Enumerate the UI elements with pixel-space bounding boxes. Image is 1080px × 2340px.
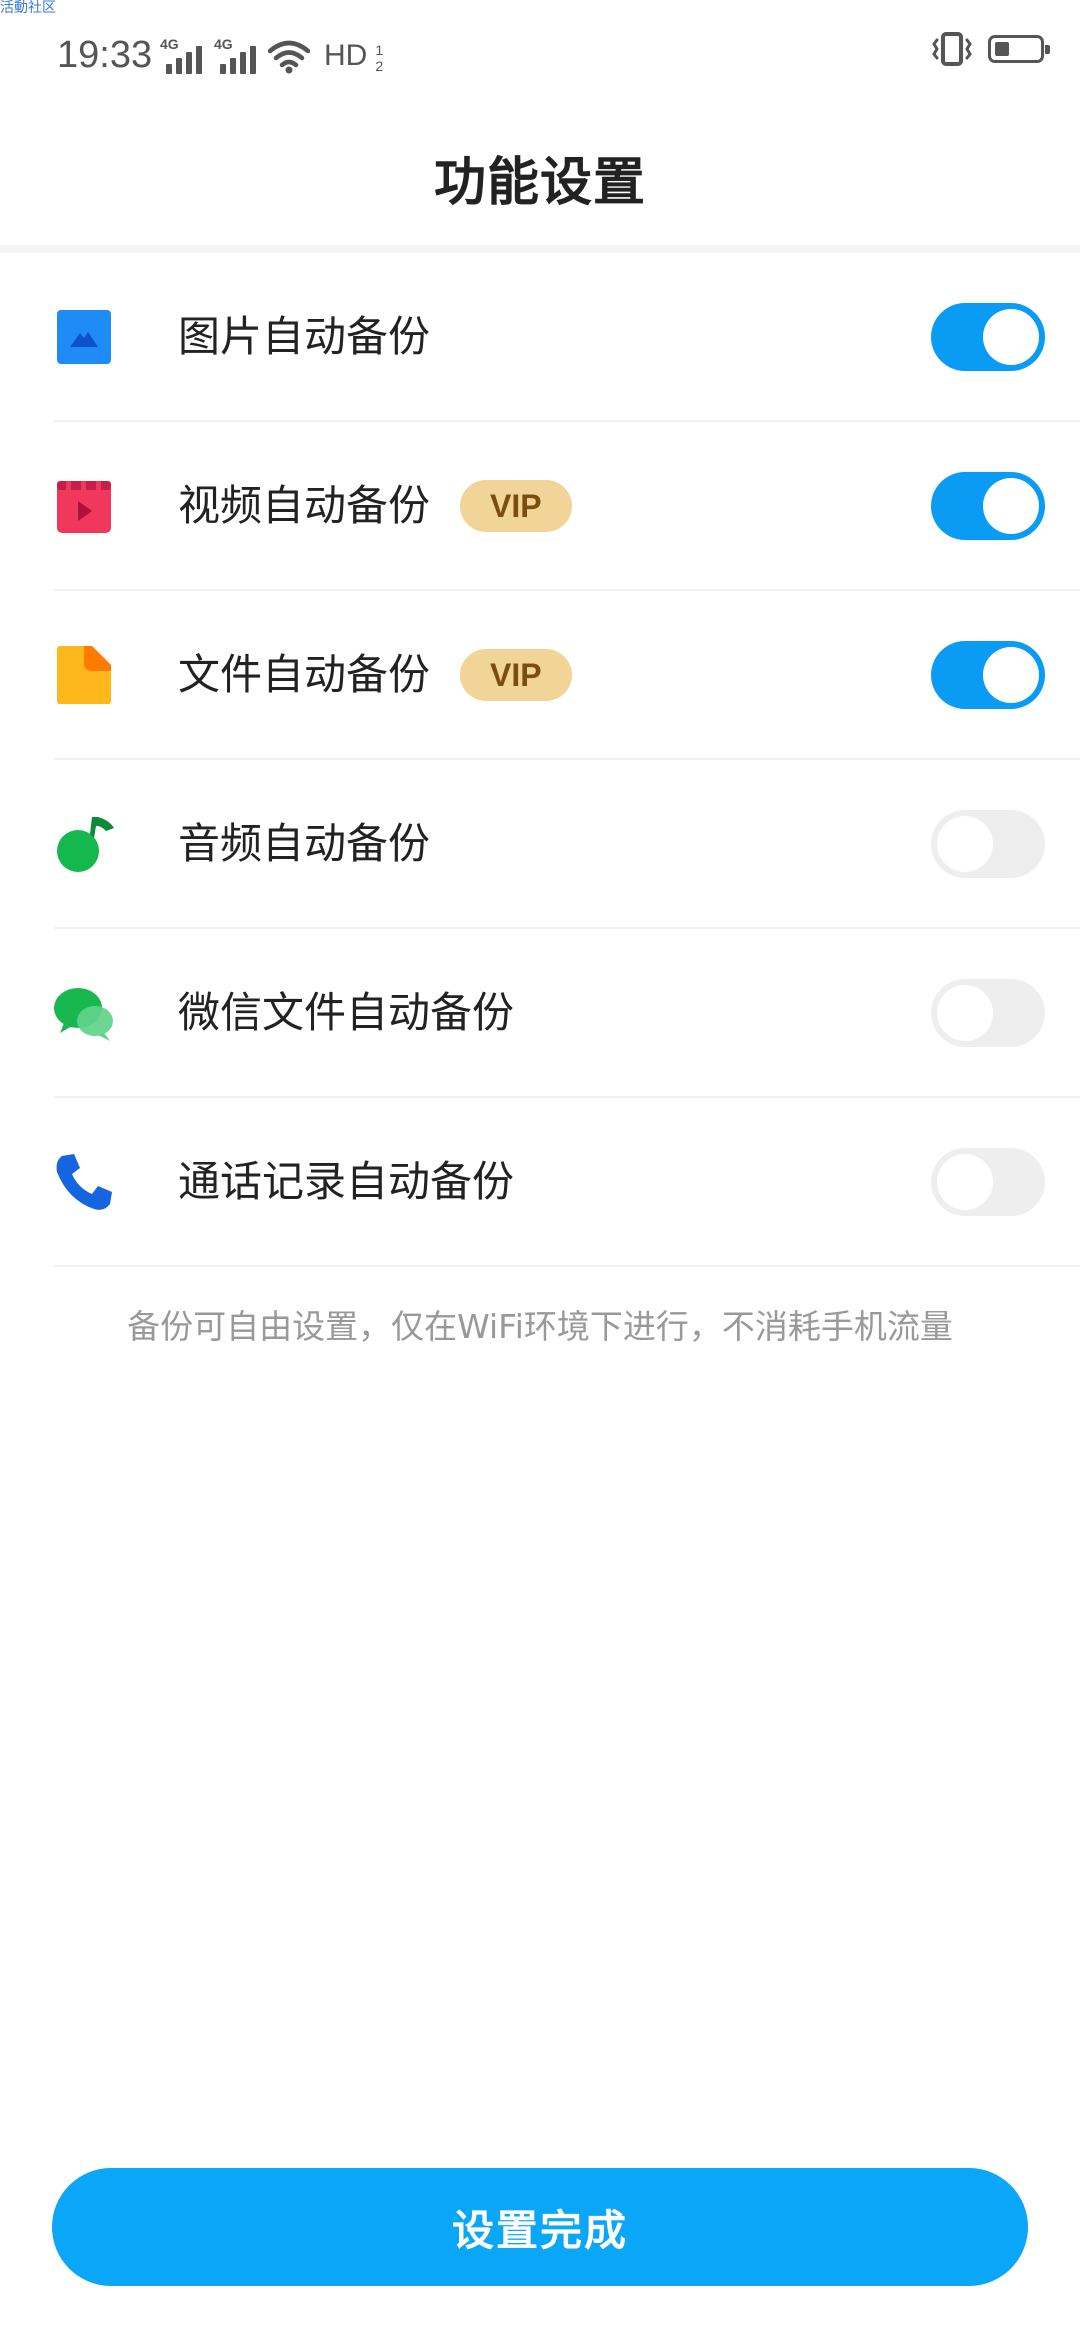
setting-row-wechat-backup: 微信文件自动备份	[54, 929, 1080, 1098]
page-title: 功能设置	[433, 153, 646, 213]
file-backup-toggle[interactable]	[931, 640, 1045, 709]
toggle-knob	[983, 646, 1039, 703]
hd-sub-top: 1	[375, 42, 384, 58]
setting-row-image-backup: 图片自动备份	[54, 253, 1080, 422]
hd-sim-indicator: 1 2	[375, 42, 383, 74]
setting-label-text: 音频自动备份	[178, 818, 431, 868]
hd-sub-bottom: 2	[375, 58, 384, 74]
setting-label: 音频自动备份	[178, 816, 430, 872]
wechat-icon	[54, 987, 113, 1041]
toggle-knob	[937, 1153, 993, 1210]
vibrate-icon	[932, 32, 972, 66]
toggle-knob	[983, 477, 1039, 534]
settings-list: 图片自动备份 视频自动备份 VIP 文件自动备份 VIP 音频自动备份 微信文件…	[0, 253, 1080, 1267]
signal-strength-icon-2: 4G	[214, 36, 258, 74]
status-icons-left: 4G 4G HD 1 2	[160, 34, 383, 74]
toggle-knob	[937, 984, 993, 1041]
setting-label-text: 通话记录自动备份	[178, 1156, 515, 1206]
setting-label: 图片自动备份	[178, 309, 430, 365]
status-icons-right	[930, 32, 1050, 66]
setting-label-text: 图片自动备份	[178, 311, 431, 361]
toggle-knob	[937, 815, 993, 872]
file-icon	[57, 645, 111, 704]
setting-label-text: 微信文件自动备份	[178, 987, 515, 1037]
screen: 活動社区 19:33 4G 4G HD 1 2 功能设置 图片自动备份 视频自动…	[0, 0, 1080, 2340]
setting-row-audio-backup: 音频自动备份	[54, 760, 1080, 929]
done-button[interactable]: 设置完成	[52, 2168, 1028, 2286]
phone-icon	[56, 1153, 112, 1210]
video-backup-toggle[interactable]	[931, 471, 1045, 540]
image-backup-toggle[interactable]	[931, 302, 1045, 371]
hint-text: 备份可自由设置，仅在WiFi环境下进行，不消耗手机流量	[127, 1307, 953, 1346]
setting-label: 视频自动备份 VIP	[178, 478, 572, 534]
audio-backup-toggle[interactable]	[931, 809, 1045, 878]
image-icon	[57, 309, 111, 364]
status-time: 19:33	[57, 34, 153, 76]
status-bar: 19:33 4G 4G HD 1 2	[0, 0, 1080, 110]
video-icon	[57, 480, 111, 533]
title-bar: 功能设置	[0, 110, 1080, 253]
setting-label-text: 文件自动备份	[178, 649, 431, 699]
vip-badge: VIP	[460, 479, 572, 532]
setting-label-text: 视频自动备份	[178, 480, 431, 530]
setting-label: 通话记录自动备份	[178, 1154, 514, 1210]
signal-strength-icon: 4G	[160, 36, 204, 74]
call-log-backup-toggle[interactable]	[931, 1147, 1045, 1216]
wechat-backup-toggle[interactable]	[931, 978, 1045, 1047]
vip-badge: VIP	[460, 648, 572, 701]
hd-label: HD	[324, 39, 368, 72]
setting-row-video-backup: 视频自动备份 VIP	[54, 422, 1080, 591]
setting-row-file-backup: 文件自动备份 VIP	[54, 591, 1080, 760]
setting-row-call-log-backup: 通话记录自动备份	[54, 1098, 1080, 1267]
setting-label: 微信文件自动备份	[178, 985, 514, 1041]
wifi-icon	[268, 40, 310, 74]
toggle-knob	[983, 308, 1039, 365]
battery-icon	[988, 35, 1050, 63]
setting-label: 文件自动备份 VIP	[178, 647, 572, 703]
music-icon	[57, 816, 114, 872]
